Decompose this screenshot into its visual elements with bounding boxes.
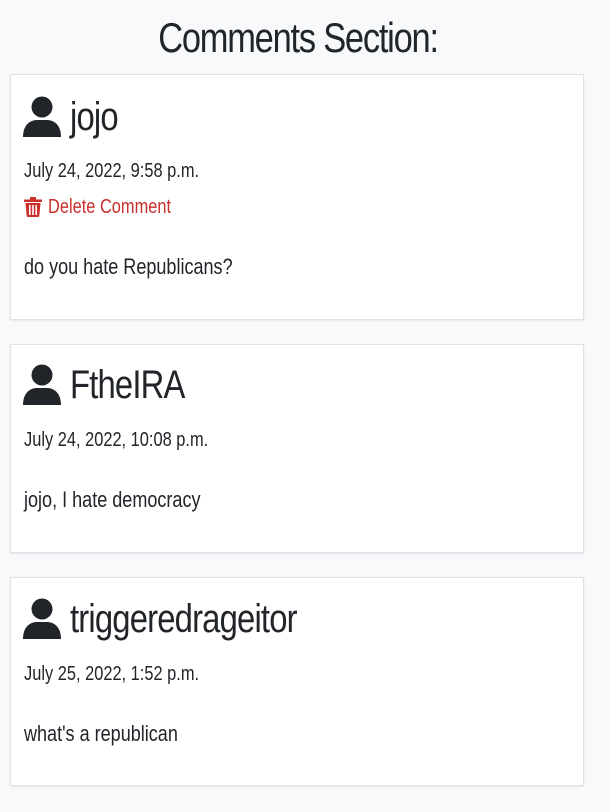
comment-body: jojo, I hate democracy xyxy=(24,487,201,512)
delete-comment-label: Delete Comment xyxy=(48,196,172,218)
comments-section-title: Comments Section: xyxy=(158,14,439,61)
comment-card: triggeredrageitor July 25, 2022, 1:52 p.… xyxy=(10,577,584,786)
user-icon xyxy=(23,597,61,641)
comment-body: do you hate Republicans? xyxy=(24,254,233,279)
comment-author-row: triggeredrageitor xyxy=(23,595,347,643)
user-icon xyxy=(23,363,61,407)
comment-author-row: FtheIRA xyxy=(23,361,210,409)
comment-timestamp: July 24, 2022, 10:08 p.m. xyxy=(24,429,209,451)
comment-card: FtheIRA July 24, 2022, 10:08 p.m. jojo, … xyxy=(10,344,584,553)
comment-body: what's a republican xyxy=(24,721,178,746)
comment-author: triggeredrageitor xyxy=(70,597,298,641)
comment-author: jojo xyxy=(70,95,119,139)
comment-card: jojo July 24, 2022, 9:58 p.m. Delete Com… xyxy=(10,74,584,320)
comment-timestamp: July 25, 2022, 1:52 p.m. xyxy=(24,663,200,685)
user-icon xyxy=(23,95,61,139)
comment-author: FtheIRA xyxy=(70,363,185,407)
delete-comment-button[interactable]: Delete Comment xyxy=(24,195,198,219)
comment-timestamp: July 24, 2022, 9:58 p.m. xyxy=(24,160,200,182)
comment-author-row: jojo xyxy=(23,93,128,141)
comments-page: Comments Section: jojo July 24, 2022, 9:… xyxy=(0,0,610,812)
trash-icon xyxy=(24,197,42,217)
